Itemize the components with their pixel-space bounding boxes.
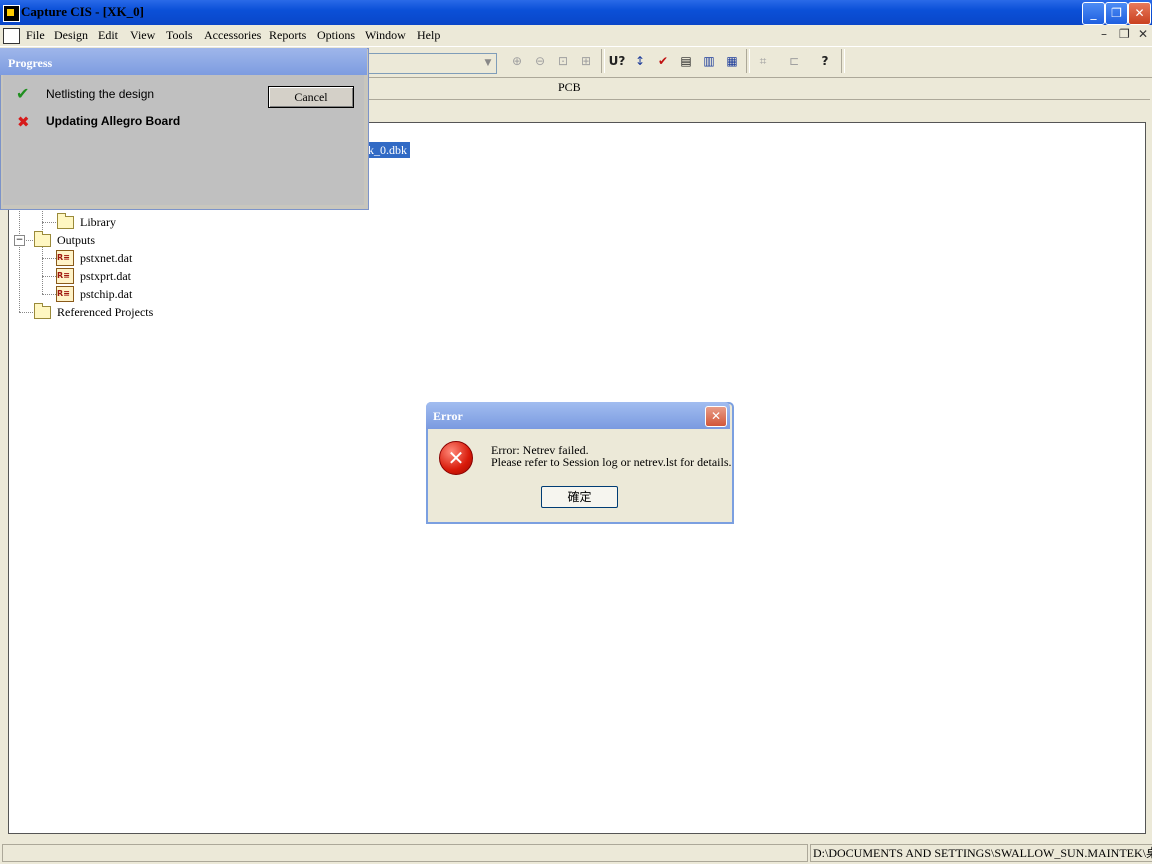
error-icon: ✕	[439, 441, 473, 475]
report-file-icon: R≡	[56, 286, 74, 302]
menu-window[interactable]: Window	[365, 28, 406, 43]
toolbar-separator	[841, 49, 845, 73]
menu-options[interactable]: Options	[317, 28, 355, 43]
ok-button[interactable]: 確定	[541, 486, 618, 508]
folder-icon	[57, 213, 74, 229]
menu-edit[interactable]: Edit	[98, 28, 118, 43]
tree-item-file[interactable]: pstxprt.dat	[80, 269, 131, 284]
zoom-out-icon[interactable]: ⊖	[530, 51, 550, 71]
tree-item-design-file[interactable]: k_0.dbk	[365, 142, 410, 158]
drc-icon[interactable]: ✔	[653, 51, 673, 71]
close-button[interactable]: ✕	[1128, 2, 1151, 25]
tree-item-file[interactable]: pstxnet.dat	[80, 251, 132, 266]
minimize-button[interactable]: _	[1082, 2, 1105, 25]
tree-line	[24, 240, 33, 241]
annotate-icon[interactable]: U?	[607, 51, 627, 71]
app-icon[interactable]	[3, 5, 20, 22]
error-x-icon: ✖	[17, 113, 30, 131]
mdi-minimize-button[interactable]: –	[1101, 27, 1107, 41]
folder-icon	[34, 231, 51, 247]
hierarchy-icon[interactable]: ⊏	[784, 51, 804, 71]
progress-step-netlisting: Netlisting the design	[46, 87, 155, 101]
restore-button[interactable]: ❐	[1105, 2, 1128, 25]
report-file-icon: R≡	[56, 268, 74, 284]
title-bar[interactable]	[0, 0, 1152, 25]
tab-pcb[interactable]: PCB	[558, 80, 581, 95]
zoom-in-icon[interactable]: ⊕	[507, 51, 527, 71]
cross-reference-icon[interactable]: ▥	[699, 51, 719, 71]
toolbar-separator	[746, 49, 750, 73]
progress-title: Progress	[8, 56, 53, 70]
tree-item-referenced-projects[interactable]: Referenced Projects	[57, 305, 153, 320]
tree-line	[19, 208, 20, 312]
cancel-button[interactable]: Cancel	[268, 86, 354, 108]
report-file-icon: R≡	[56, 250, 74, 266]
tree-line	[42, 222, 56, 223]
document-icon[interactable]	[3, 28, 20, 44]
progress-step-updating: Updating Allegro Board	[46, 114, 181, 128]
bill-of-materials-icon[interactable]: ▦	[722, 51, 742, 71]
menu-accessories[interactable]: Accessories	[204, 28, 261, 43]
progress-title-bar[interactable]	[0, 48, 367, 75]
tree-item-library[interactable]: Library	[80, 215, 116, 230]
zoom-area-icon[interactable]: ⊡	[553, 51, 573, 71]
zoom-all-icon[interactable]: ⊞	[576, 51, 596, 71]
menu-view[interactable]: View	[130, 28, 155, 43]
tree-line	[42, 258, 56, 259]
close-icon[interactable]: ✕	[705, 406, 727, 427]
status-pane	[2, 844, 808, 862]
back-annotate-icon[interactable]: ↕	[630, 51, 650, 71]
window-title: Capture CIS - [XK_0]	[21, 4, 144, 19]
create-netlist-icon[interactable]: ▤	[676, 51, 696, 71]
mdi-restore-button[interactable]: ❐	[1119, 27, 1130, 41]
tree-item-file[interactable]: pstchip.dat	[80, 287, 132, 302]
error-title: Error	[433, 409, 463, 423]
tree-line	[42, 294, 56, 295]
snap-to-grid-icon[interactable]: ⌗	[753, 51, 773, 71]
toolbar-separator	[601, 49, 605, 73]
menu-file[interactable]: File	[26, 28, 45, 43]
tree-line	[19, 312, 33, 313]
status-path: D:\DOCUMENTS AND SETTINGS\SWALLOW_SUN.MA…	[810, 844, 1152, 862]
folder-icon	[34, 303, 51, 319]
menu-tools[interactable]: Tools	[166, 28, 193, 43]
chevron-down-icon[interactable]: ▼	[481, 54, 495, 72]
error-message-line2: Please refer to Session log or netrev.ls…	[491, 455, 732, 469]
collapse-icon[interactable]: −	[14, 235, 25, 246]
checkmark-icon: ✔	[16, 84, 30, 103]
tree-line	[42, 276, 56, 277]
error-title-bar[interactable]	[426, 402, 730, 429]
menu-help[interactable]: Help	[417, 28, 440, 43]
menu-reports[interactable]: Reports	[269, 28, 306, 43]
help-icon[interactable]: ?	[815, 51, 835, 71]
mdi-close-button[interactable]: ✕	[1138, 27, 1148, 41]
menu-design[interactable]: Design	[54, 28, 88, 43]
tree-line	[42, 208, 43, 294]
tree-item-outputs[interactable]: Outputs	[57, 233, 95, 248]
